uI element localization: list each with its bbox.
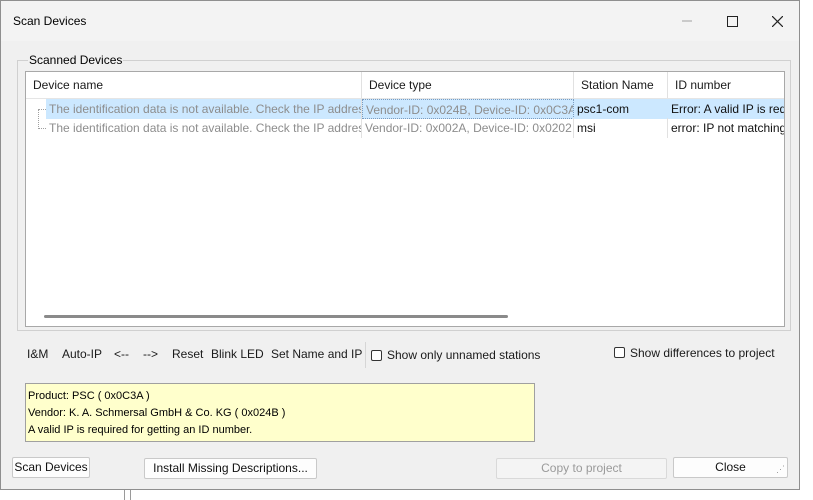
toolbar-divider	[365, 342, 366, 368]
table-row[interactable]: The identification data is not available…	[26, 99, 784, 119]
id-number-cell: error: IP not matching device	[671, 121, 785, 135]
close-window-button[interactable]	[757, 7, 797, 35]
column-header-device-name[interactable]: Device name	[26, 72, 362, 98]
auto-ip-button[interactable]: Auto-IP	[62, 347, 102, 361]
background-divider	[130, 490, 131, 500]
info-vendor: Vendor: K. A. Schmersal GmbH & Co. KG ( …	[28, 407, 286, 419]
scanned-devices-table[interactable]: Device name Device type Station Name ID …	[25, 71, 785, 327]
maximize-icon	[726, 15, 738, 27]
window-title: Scan Devices	[13, 14, 87, 28]
table-row[interactable]: The identification data is not available…	[26, 118, 784, 138]
only-unnamed-label[interactable]: Show only unnamed stations	[387, 348, 540, 362]
set-name-ip-button[interactable]: Set Name and IP	[271, 347, 362, 361]
device-type-cell: Vendor-ID: 0x024B, Device-ID: 0x0C3A	[362, 99, 574, 119]
close-icon	[771, 15, 783, 27]
column-header-device-type[interactable]: Device type	[362, 72, 574, 98]
show-differences-label[interactable]: Show differences to project	[630, 346, 775, 360]
group-title: Scanned Devices	[28, 53, 124, 67]
column-header-id-number[interactable]: ID number	[668, 72, 784, 98]
maximize-button[interactable]	[712, 7, 752, 35]
only-unnamed-checkbox[interactable]	[371, 350, 382, 361]
horizontal-scrollbar[interactable]	[44, 315, 508, 318]
im-button[interactable]: I&M	[27, 347, 48, 361]
device-info-panel: Product: PSC ( 0x0C3A ) Vendor: K. A. Sc…	[25, 383, 535, 442]
install-descriptions-button[interactable]: Install Missing Descriptions...	[144, 458, 317, 479]
scan-devices-button[interactable]: Scan Devices	[12, 457, 90, 478]
close-button[interactable]: Close	[673, 457, 788, 478]
blink-led-button[interactable]: Blink LED	[211, 347, 264, 361]
info-product: Product: PSC ( 0x0C3A )	[28, 390, 150, 402]
title-bar: Scan Devices	[1, 1, 799, 41]
resize-grip-icon[interactable]: ⋰	[776, 464, 785, 475]
id-number-cell: Error: A valid IP is required for gettin…	[668, 99, 784, 119]
previous-button[interactable]: <--	[114, 347, 129, 361]
minimize-button[interactable]	[667, 7, 707, 35]
reset-button[interactable]: Reset	[172, 347, 203, 361]
station-name-cell: psc1-com	[574, 99, 668, 119]
device-name-cell: The identification data is not available…	[46, 99, 361, 119]
next-button[interactable]: -->	[143, 347, 158, 361]
copy-to-project-button[interactable]: Copy to project	[496, 458, 667, 479]
background-divider	[124, 490, 125, 500]
minimize-icon	[682, 20, 692, 22]
show-differences-checkbox[interactable]	[614, 347, 625, 358]
scan-devices-dialog: Scan Devices Scanned Devices Device name…	[0, 0, 800, 490]
column-header-station-name[interactable]: Station Name	[574, 72, 668, 98]
device-type-cell: Vendor-ID: 0x002A, Device-ID: 0x0202	[365, 121, 572, 135]
info-message: A valid IP is required for getting an ID…	[28, 424, 253, 436]
station-name-cell: msi	[577, 121, 596, 135]
device-name-cell: The identification data is not available…	[49, 121, 361, 135]
